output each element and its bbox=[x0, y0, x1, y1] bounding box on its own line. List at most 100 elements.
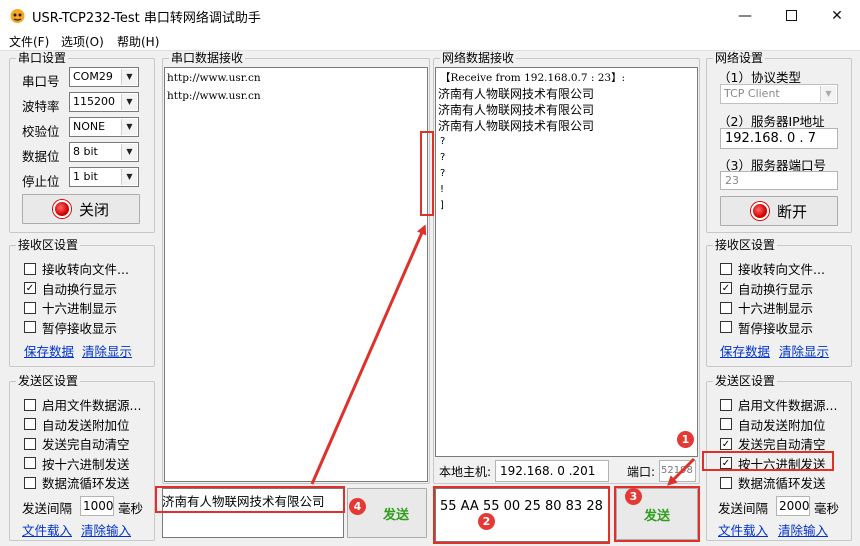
app-logo-icon bbox=[9, 7, 26, 24]
chevron-down-icon: ▼ bbox=[121, 94, 137, 110]
serial-recv-textarea[interactable]: http://www.usr.cn http://www.usr.cn bbox=[164, 67, 428, 482]
interval-input[interactable]: 1000 bbox=[80, 496, 114, 516]
checkbox[interactable] bbox=[24, 321, 36, 334]
chevron-down-icon: ▼ bbox=[121, 69, 137, 85]
checkbox[interactable] bbox=[720, 301, 732, 314]
checkbox-row[interactable]: ✓ 自动换行显示 bbox=[24, 279, 129, 299]
checkbox[interactable] bbox=[720, 418, 732, 431]
checkbox-row[interactable]: 数据流循环发送 bbox=[720, 473, 837, 493]
maximize-icon[interactable] bbox=[768, 0, 814, 31]
serial-send-text: 济南有人物联网技术有限公司 bbox=[162, 494, 325, 509]
serial-send-options: 启用文件数据源... 自动发送附加位 发送完自动清空 按十六进制发送 数据流循环… bbox=[24, 395, 141, 493]
file-load-link[interactable]: 文件载入 bbox=[22, 520, 72, 539]
baud-select[interactable]: 115200 ▼ bbox=[69, 92, 139, 112]
checkbox[interactable] bbox=[24, 398, 36, 411]
file-load-link[interactable]: 文件载入 bbox=[718, 520, 768, 539]
checkbox[interactable] bbox=[24, 262, 36, 275]
port-select[interactable]: COM29 ▼ bbox=[69, 67, 139, 87]
save-data-link[interactable]: 保存数据 bbox=[24, 341, 74, 360]
menu-options[interactable]: 选项(O) bbox=[61, 33, 104, 50]
checkbox-row[interactable]: 接收转向文件... bbox=[720, 259, 825, 279]
checkbox[interactable] bbox=[24, 457, 36, 470]
net-recv-line: 济南有人物联网技术有限公司 bbox=[438, 103, 595, 117]
annotation-box bbox=[702, 451, 834, 471]
checkbox[interactable] bbox=[24, 476, 36, 489]
serial-recv-options: 接收转向文件... ✓ 自动换行显示 十六进制显示 暂停接收显示 bbox=[24, 259, 129, 337]
checkbox[interactable] bbox=[720, 321, 732, 334]
net-settings-title: 网络设置 bbox=[713, 51, 766, 65]
net-recv-line: ? bbox=[440, 168, 446, 179]
annotation-badge-4: 4 bbox=[349, 498, 366, 515]
clear-input-link[interactable]: 清除输入 bbox=[81, 520, 131, 539]
stopbits-select[interactable]: 1 bit ▼ bbox=[69, 167, 139, 187]
annotation-box bbox=[433, 486, 610, 544]
port-label: 串口号 bbox=[22, 74, 60, 89]
checkbox[interactable] bbox=[24, 301, 36, 314]
checkbox-row[interactable]: 自动发送附加位 bbox=[24, 415, 141, 435]
annotation-badge-2: 2 bbox=[478, 513, 495, 530]
clear-display-link[interactable]: 清除显示 bbox=[779, 341, 829, 360]
annotation-box bbox=[420, 131, 434, 216]
serial-settings-title: 串口设置 bbox=[16, 51, 69, 65]
local-host-field[interactable]: 192.168. 0 .201 bbox=[495, 460, 609, 482]
menu-file[interactable]: 文件(F) bbox=[9, 33, 49, 50]
checkbox-row[interactable]: 数据流循环发送 bbox=[24, 473, 141, 493]
clear-display-link[interactable]: 清除显示 bbox=[82, 341, 132, 360]
menu-help[interactable]: 帮助(H) bbox=[117, 33, 159, 50]
checkbox-row[interactable]: 自动发送附加位 bbox=[720, 415, 837, 435]
parity-label: 校验位 bbox=[22, 124, 60, 139]
parity-select[interactable]: NONE ▼ bbox=[69, 117, 139, 137]
save-data-link[interactable]: 保存数据 bbox=[720, 341, 770, 360]
interval-input[interactable]: 2000 bbox=[776, 496, 810, 516]
databits-select[interactable]: 8 bit ▼ bbox=[69, 142, 139, 162]
checkbox[interactable] bbox=[24, 437, 36, 450]
local-port-field[interactable]: 52198 bbox=[659, 460, 696, 482]
checkbox[interactable] bbox=[24, 418, 36, 431]
databits-label: 数据位 bbox=[22, 149, 60, 164]
server-port-field[interactable]: 23 bbox=[720, 171, 838, 190]
stopbits-label: 停止位 bbox=[22, 174, 60, 189]
net-send-settings-title: 发送区设置 bbox=[713, 374, 778, 388]
checkbox-row[interactable]: 接收转向文件... bbox=[24, 259, 129, 279]
interval-unit: 毫秒 bbox=[118, 501, 144, 516]
interval-label: 发送间隔 bbox=[718, 501, 769, 516]
checkbox[interactable] bbox=[720, 262, 732, 275]
net-send-options: 启用文件数据源... 自动发送附加位 ✓ 发送完自动清空 ✓ 按十六进制发送 数据流… bbox=[720, 395, 837, 493]
disconnect-button[interactable]: 断开 bbox=[720, 196, 838, 226]
server-ip-field[interactable]: 192.168. 0 . 7 bbox=[720, 128, 838, 149]
status-light-icon bbox=[750, 202, 769, 220]
net-recv-settings-title: 接收区设置 bbox=[713, 238, 778, 252]
protocol-select[interactable]: TCP Client ▼ bbox=[720, 84, 838, 104]
checkbox[interactable] bbox=[720, 476, 732, 489]
serial-recv-title: 串口数据接收 bbox=[169, 51, 246, 65]
checkbox-checked[interactable]: ✓ bbox=[720, 282, 732, 295]
interval-unit: 毫秒 bbox=[814, 501, 840, 516]
checkbox-checked[interactable]: ✓ bbox=[720, 437, 732, 450]
net-recv-title: 网络数据接收 bbox=[440, 51, 517, 65]
serial-send-settings-title: 发送区设置 bbox=[16, 374, 81, 388]
menu-bar: 文件(F) 选项(O) 帮助(H) bbox=[0, 31, 860, 51]
net-recv-header: 【Receive from 192.168.0.7 : 23】: bbox=[440, 72, 626, 84]
checkbox-row[interactable]: 发送完自动清空 bbox=[24, 434, 141, 454]
checkbox-row[interactable]: 十六进制显示 bbox=[24, 298, 129, 318]
checkbox[interactable] bbox=[720, 398, 732, 411]
checkbox-row[interactable]: 启用文件数据源... bbox=[720, 395, 837, 415]
checkbox-row[interactable]: 按十六进制发送 bbox=[24, 454, 141, 474]
window-title: USR-TCP232-Test 串口转网络调试助手 bbox=[32, 11, 261, 26]
clear-input-link[interactable]: 清除输入 bbox=[778, 520, 828, 539]
chevron-down-icon: ▼ bbox=[121, 144, 137, 160]
checkbox-row[interactable]: 暂停接收显示 bbox=[24, 318, 129, 338]
checkbox-row[interactable]: 启用文件数据源... bbox=[24, 395, 141, 415]
checkbox-row[interactable]: ✓ 自动换行显示 bbox=[720, 279, 825, 299]
net-recv-line: ! bbox=[440, 184, 445, 195]
net-recv-textarea[interactable]: 【Receive from 192.168.0.7 : 23】: 济南有人物联网… bbox=[435, 67, 698, 457]
minimize-icon[interactable]: — bbox=[722, 0, 768, 31]
checkbox-checked[interactable]: ✓ bbox=[24, 282, 36, 295]
close-window-icon[interactable]: ✕ bbox=[814, 0, 860, 31]
local-host-label: 本地主机: bbox=[439, 465, 492, 479]
close-port-button[interactable]: 关闭 bbox=[22, 194, 140, 224]
checkbox-row[interactable]: 十六进制显示 bbox=[720, 298, 825, 318]
serial-recv-settings-title: 接收区设置 bbox=[16, 238, 81, 252]
net-recv-options: 接收转向文件... ✓ 自动换行显示 十六进制显示 暂停接收显示 bbox=[720, 259, 825, 337]
checkbox-row[interactable]: 暂停接收显示 bbox=[720, 318, 825, 338]
